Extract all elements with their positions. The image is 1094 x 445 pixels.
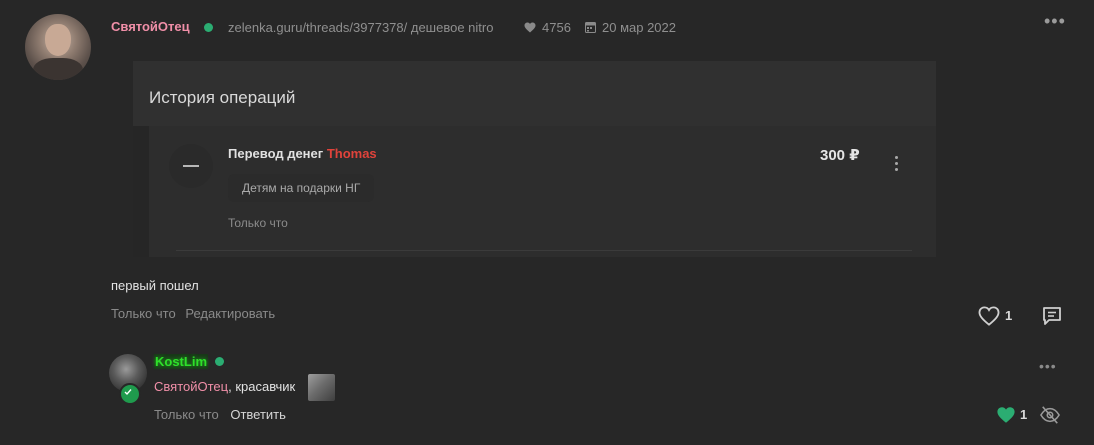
operation-amount: 300 ₽	[820, 147, 860, 164]
comment-mention[interactable]: СвятойОтец	[154, 379, 228, 394]
comment-like-count: 1	[1020, 407, 1028, 422]
post-likes-count: 4756	[542, 20, 571, 35]
post-time[interactable]: Только что	[111, 306, 176, 321]
avatar-shirt	[33, 58, 83, 80]
calendar-icon	[585, 22, 596, 33]
avatar-face	[45, 24, 71, 56]
comment-liked-heart-icon[interactable]	[996, 406, 1016, 424]
post-more-button[interactable]: •••	[1044, 12, 1066, 30]
comment-author[interactable]: KostLim	[154, 354, 208, 369]
operation-title-label: Перевод денег	[228, 146, 324, 161]
comment-footer: Только что Ответить	[154, 407, 286, 422]
comment-icon[interactable]	[1041, 305, 1063, 327]
operation-divider	[176, 250, 912, 251]
post-text: первый пошел	[111, 278, 199, 293]
comment-emoji-image	[308, 374, 335, 401]
comment-text: СвятойОтец, красавчик	[154, 379, 295, 394]
thread-link[interactable]: zelenka.guru/threads/3977378/ дешевое ni…	[228, 20, 493, 35]
operation-title[interactable]: Перевод денег Thomas	[228, 146, 377, 161]
author-avatar[interactable]	[25, 14, 91, 80]
comment-body: , красавчик	[228, 379, 296, 394]
post-date: 20 мар 2022	[602, 20, 677, 35]
online-indicator	[204, 23, 213, 32]
operations-card-title: История операций	[149, 88, 296, 107]
reply-button[interactable]: Ответить	[230, 407, 286, 422]
operation-time: Только что	[228, 216, 288, 230]
operation-kebab-menu-icon[interactable]	[895, 156, 899, 174]
post-author[interactable]: СвятойОтец	[111, 19, 190, 34]
post-footer: Только что Редактировать	[111, 306, 281, 321]
edit-post-link[interactable]: Редактировать	[185, 306, 275, 321]
post-like-count: 1	[1005, 308, 1013, 323]
verified-badge-icon	[119, 383, 141, 405]
operation-comment-pill: Детям на подарки НГ	[228, 174, 375, 202]
heart-icon	[524, 22, 536, 33]
card-left-strip	[133, 126, 149, 257]
comment-online-indicator	[215, 357, 224, 366]
comment-more-button[interactable]: •••	[1039, 359, 1057, 373]
minus-icon	[183, 165, 199, 167]
like-heart-icon[interactable]	[978, 306, 1000, 326]
operation-type-icon	[169, 144, 213, 188]
eye-off-icon[interactable]	[1039, 405, 1061, 425]
operation-recipient[interactable]: Thomas	[327, 146, 377, 161]
comment-time[interactable]: Только что	[154, 407, 219, 422]
